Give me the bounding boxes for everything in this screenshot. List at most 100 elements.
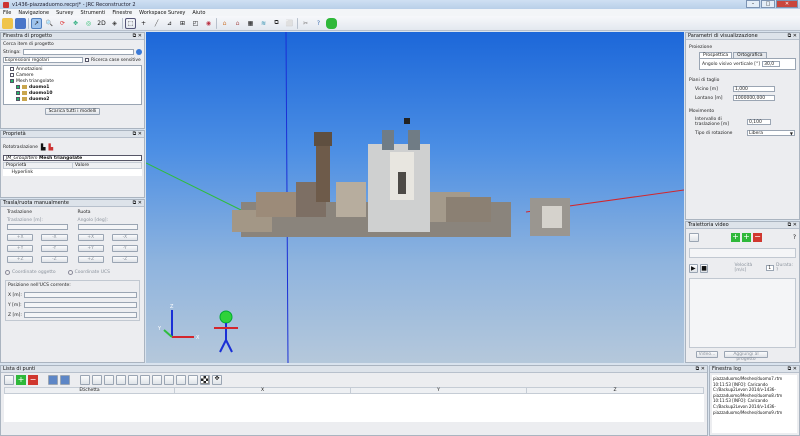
panel-float-close-icon[interactable]: ⧉ ✕ — [788, 366, 797, 372]
translate-minus-y-button[interactable]: -Y — [41, 245, 68, 252]
fov-input[interactable]: 30,0 — [762, 61, 781, 67]
menu-navigazione[interactable]: Navigazione — [18, 10, 49, 16]
select-icon[interactable]: ⬚ — [125, 17, 136, 29]
grid-icon[interactable]: ▦ — [245, 18, 256, 29]
point-tool-icon[interactable] — [92, 375, 102, 385]
tab-orthographic[interactable]: Ortografica — [733, 52, 767, 58]
search-icon[interactable] — [136, 49, 142, 55]
rotate-plus-z-button[interactable]: +Z — [77, 256, 104, 263]
menu-workspace-survey[interactable]: Workspace Survey — [139, 10, 185, 16]
export-points-icon[interactable] — [60, 375, 70, 385]
far-input[interactable]: 1000000,000 — [733, 95, 775, 101]
help-icon[interactable]: ? — [313, 18, 324, 29]
coord-x-input[interactable] — [24, 292, 137, 298]
menu-file[interactable]: File — [3, 10, 11, 16]
tab-perspective[interactable]: Prospettica — [699, 52, 733, 58]
insert-keyframe-icon[interactable]: + — [742, 233, 751, 242]
menu-survey[interactable]: Survey — [56, 10, 73, 16]
menu-aiuto[interactable]: Aiuto — [192, 10, 205, 16]
frog-icon[interactable] — [326, 17, 337, 29]
speed-input[interactable]: 1 — [766, 265, 775, 271]
tree-checkbox[interactable] — [16, 85, 20, 89]
new-point-icon[interactable] — [4, 375, 14, 385]
clip-icon[interactable]: ◰ — [190, 18, 201, 29]
tree-item[interactable]: duomo2 — [6, 96, 141, 102]
remove-keyframe-icon[interactable]: − — [753, 233, 762, 242]
hyperlink-property[interactable]: Hyperlink — [4, 169, 73, 176]
translate-plus-y-button[interactable]: +Y — [7, 245, 34, 252]
panel-float-close-icon[interactable]: ⧉ ✕ — [788, 222, 797, 228]
point-tool-icon[interactable] — [188, 375, 198, 385]
add-to-project-button[interactable]: Aggiungi al progetto — [724, 351, 768, 362]
search-input[interactable] — [22, 49, 134, 55]
close-button[interactable]: ✕ — [776, 0, 798, 8]
case-sensitive-checkbox[interactable] — [85, 58, 89, 62]
point-tool-icon[interactable] — [128, 375, 138, 385]
help-icon[interactable]: ? — [793, 234, 796, 241]
add-point-icon[interactable]: + — [16, 375, 26, 385]
translate-plus-z-button[interactable]: +Z — [7, 256, 34, 263]
stop-button[interactable]: ■ — [699, 263, 709, 273]
keyframe-list[interactable] — [689, 248, 796, 258]
rotate-icon[interactable]: ⟳ — [57, 18, 68, 29]
menu-strumenti[interactable]: Strumenti — [81, 10, 106, 16]
point-tool-icon[interactable] — [164, 375, 174, 385]
save-icon[interactable] — [15, 17, 26, 29]
video-button[interactable]: Video... — [696, 351, 718, 358]
unload-models-button[interactable]: Scarica tutti i modelli — [44, 108, 101, 115]
tree-checkbox[interactable] — [10, 79, 14, 83]
import-points-icon[interactable] — [48, 375, 58, 385]
home-icon[interactable]: ⌂ — [219, 18, 230, 29]
point-icon[interactable]: + — [138, 18, 149, 29]
rotation-type-select[interactable]: Libera ▼ — [747, 130, 795, 136]
panel-float-close-icon[interactable]: ⧉ ✕ — [133, 33, 142, 39]
panel-float-close-icon[interactable]: ⧉ ✕ — [133, 131, 142, 137]
regex-select[interactable]: Espressioni regolari — [3, 57, 83, 63]
rotate-step-input[interactable] — [77, 224, 138, 230]
rotate-minus-y-button[interactable]: -Y — [111, 245, 138, 252]
line-icon[interactable]: ╱ — [151, 18, 162, 29]
coord-z-input[interactable] — [24, 312, 137, 318]
pin-icon[interactable]: ✥ — [212, 375, 222, 385]
points-table-body[interactable] — [5, 394, 704, 422]
camera-list-icon[interactable] — [689, 233, 699, 242]
frame-icon[interactable]: ⧉ — [271, 18, 282, 29]
3d-icon[interactable]: ◈ — [109, 18, 120, 29]
translate-plus-x-button[interactable]: +X — [7, 234, 34, 241]
zoom-icon[interactable]: 🔍 — [44, 18, 55, 29]
checker-icon[interactable] — [200, 375, 210, 385]
point-tool-icon[interactable] — [152, 375, 162, 385]
target-icon[interactable]: ◎ — [83, 18, 94, 29]
step-input[interactable]: 0,100 — [747, 119, 771, 125]
panel-float-close-icon[interactable]: ⧉ ✕ — [788, 33, 797, 39]
ucs-coords-radio[interactable] — [67, 270, 73, 275]
camera-icon[interactable]: ◉ — [203, 18, 214, 29]
translate-minus-z-button[interactable]: -Z — [41, 256, 68, 263]
cut-icon[interactable]: ✂ — [300, 18, 311, 29]
translate-minus-x-button[interactable]: -X — [41, 234, 68, 241]
tree-checkbox[interactable] — [10, 67, 14, 71]
open-icon[interactable] — [2, 17, 13, 29]
rotate-minus-x-button[interactable]: -X — [111, 234, 138, 241]
rotate-plus-y-button[interactable]: +Y — [77, 245, 104, 252]
measure-icon[interactable]: ⊿ — [164, 18, 175, 29]
pan-icon[interactable]: ✥ — [70, 18, 81, 29]
minimize-button[interactable]: – — [746, 0, 760, 8]
rototranslation-icon[interactable]: ▙ — [41, 144, 46, 151]
maximize-button[interactable]: □ — [761, 0, 775, 8]
layer-icon[interactable]: ≋ — [258, 18, 269, 29]
3d-viewport[interactable]: Z X Y — [146, 32, 684, 363]
2d-icon[interactable]: 2D — [96, 18, 107, 29]
coord-y-input[interactable] — [24, 302, 137, 308]
menu-finestre[interactable]: Finestre — [112, 10, 132, 16]
remove-point-icon[interactable]: − — [28, 375, 38, 385]
box-icon[interactable]: ⬜ — [284, 18, 295, 29]
rotate-plus-x-button[interactable]: +X — [77, 234, 104, 241]
rototranslation-alt-icon[interactable]: ▙ — [49, 144, 54, 151]
point-tool-icon[interactable] — [116, 375, 126, 385]
panel-float-close-icon[interactable]: ⧉ ✕ — [696, 366, 705, 372]
point-tool-icon[interactable] — [104, 375, 114, 385]
point-tool-icon[interactable] — [140, 375, 150, 385]
section-icon[interactable]: ⊞ — [177, 18, 188, 29]
house-icon[interactable]: ⌂ — [232, 18, 243, 29]
